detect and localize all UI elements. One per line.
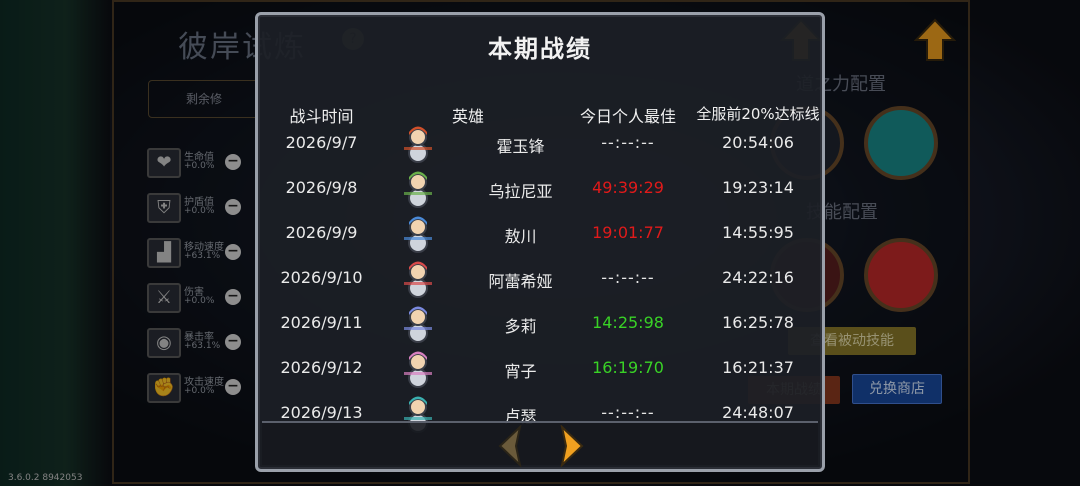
- record-row: 2026/9/11 多莉 14:25:98 16:25:78: [258, 301, 822, 345]
- hero-avatar-aochuan: [398, 213, 438, 253]
- record-target-time: 24:48:07: [722, 403, 794, 422]
- hero-avatar-wulaniya: [398, 168, 438, 208]
- record-target-time: 24:22:16: [722, 268, 794, 287]
- record-row: 2026/9/10 阿蕾希娅 --:--:-- 24:22:16: [258, 256, 822, 300]
- hero-avatar-duoli: [398, 303, 438, 343]
- record-target-time: 16:25:78: [722, 313, 794, 332]
- hero-avatar-aleixiya: [398, 258, 438, 298]
- record-date: 2026/9/8: [285, 178, 358, 197]
- prev-page-arrow-icon[interactable]: [496, 424, 524, 468]
- record-target-time: 16:21:37: [722, 358, 794, 377]
- record-date: 2026/9/11: [280, 313, 363, 332]
- record-target-time: 20:54:06: [722, 133, 794, 152]
- record-row: 2026/9/8 乌拉尼亚 49:39:29 19:23:14: [258, 166, 822, 210]
- modal-title: 本期战绩: [488, 35, 592, 63]
- record-row: 2026/9/7 霍玉锋 --:--:-- 20:54:06: [258, 121, 822, 165]
- record-date: 2026/9/7: [285, 133, 358, 152]
- record-row: 2026/9/9 敖川 19:01:77 14:55:95: [258, 211, 822, 255]
- record-row: 2026/9/12 宵子 16:19:70 16:21:37: [258, 346, 822, 390]
- record-date: 2026/9/10: [280, 268, 363, 287]
- record-date: 2026/9/9: [285, 223, 358, 242]
- record-date: 2026/9/12: [280, 358, 363, 377]
- record-target-time: 19:23:14: [722, 178, 794, 197]
- record-date: 2026/9/13: [280, 403, 363, 422]
- record-target-time: 14:55:95: [722, 223, 794, 242]
- next-page-arrow-icon[interactable]: [558, 424, 586, 468]
- hero-avatar-huoyufeng: [398, 123, 438, 163]
- modal-footer: [262, 421, 818, 465]
- period-record-modal: 本期战绩 战斗时间 英雄 今日个人最佳 全服前20%达标线 2026/9/7 霍玉…: [255, 12, 825, 472]
- hero-avatar-xiaozi: [398, 348, 438, 388]
